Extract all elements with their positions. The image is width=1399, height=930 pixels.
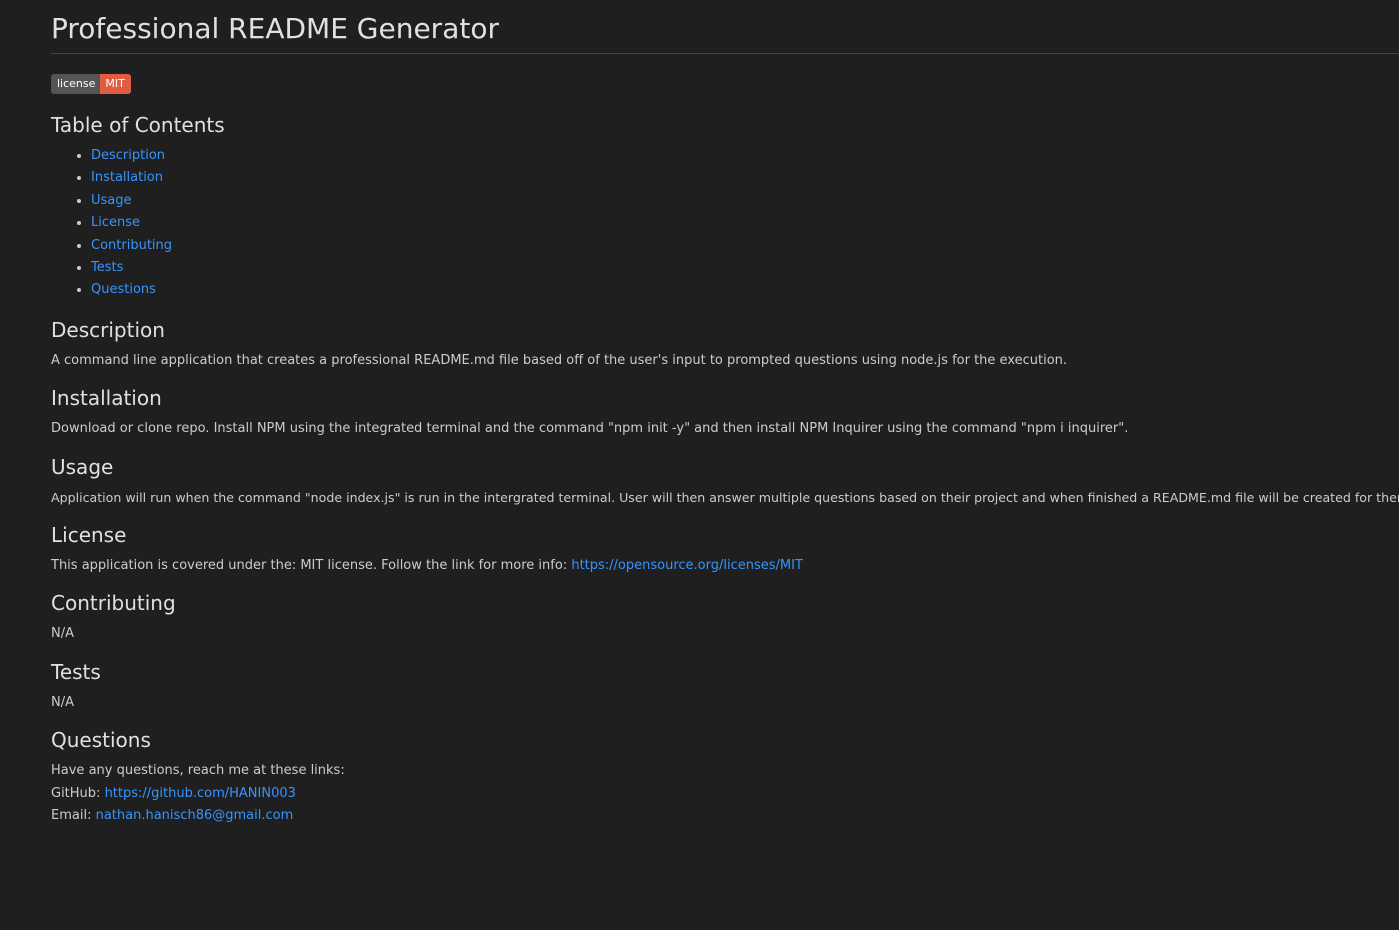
toc-link-description[interactable]: Description [91, 148, 165, 163]
license-heading: License [51, 523, 127, 548]
toc-link-license[interactable]: License [91, 215, 140, 230]
license-paragraph: This application is covered under the: M… [51, 555, 1399, 577]
tests-text: N/A [51, 694, 74, 710]
toc-link-questions[interactable]: Questions [91, 282, 156, 297]
toc-item-installation: Installation [91, 167, 1399, 189]
description-text: A command line application that creates … [51, 352, 1068, 368]
github-label: GitHub: [51, 785, 105, 801]
title-divider [51, 53, 1399, 54]
installation-heading: Installation [51, 386, 162, 411]
license-text: This application is covered under the: M… [51, 558, 572, 574]
questions-section: Questions Have any questions, reach me a… [51, 728, 1399, 827]
github-link[interactable]: https://github.com/HANIN003 [105, 786, 296, 801]
tests-section: Tests N/A [51, 660, 1399, 714]
usage-text: Application will run when the command "n… [51, 489, 1399, 505]
toc-item-usage: Usage [91, 190, 1399, 212]
toc-item-license: License [91, 212, 1399, 234]
license-link[interactable]: https://opensource.org/licenses/MIT [571, 558, 803, 573]
license-section: License This application is covered unde… [51, 523, 1399, 577]
questions-heading: Questions [51, 728, 151, 753]
questions-intro: Have any questions, reach me at these li… [51, 763, 345, 779]
license-badge: license MIT [51, 74, 131, 94]
contributing-heading: Contributing [51, 591, 176, 616]
email-line: Email: nathan.hanisch86@gmail.com [51, 805, 1399, 827]
toc-link-usage[interactable]: Usage [91, 193, 132, 208]
description-heading: Description [51, 317, 165, 342]
readme-preview: Professional README Generator license MI… [51, 0, 1399, 930]
license-badge-label: license [51, 74, 101, 94]
toc-item-questions: Questions [91, 279, 1399, 301]
page-title: Professional README Generator [51, 12, 499, 45]
tests-heading: Tests [51, 659, 101, 684]
toc-link-contributing[interactable]: Contributing [91, 238, 172, 253]
email-link[interactable]: nathan.hanisch86@gmail.com [96, 808, 294, 823]
toc-heading: Table of Contents [51, 113, 225, 137]
installation-section: Installation Download or clone repo. Ins… [51, 386, 1399, 440]
contributing-section: Contributing N/A [51, 591, 1399, 645]
email-label: Email: [51, 808, 96, 824]
usage-heading: Usage [51, 454, 114, 479]
github-line: GitHub: https://github.com/HANIN003 [51, 783, 1399, 805]
usage-section: Usage Application will run when the comm… [51, 455, 1399, 509]
toc-item-description: Description [91, 145, 1399, 167]
toc-link-tests[interactable]: Tests [91, 260, 123, 275]
table-of-contents: Description Installation Usage License C… [51, 145, 1399, 302]
contributing-text: N/A [51, 626, 74, 642]
toc-item-tests: Tests [91, 257, 1399, 279]
description-section: Description A command line application t… [51, 318, 1399, 372]
questions-paragraph: Have any questions, reach me at these li… [51, 760, 1399, 827]
toc-link-installation[interactable]: Installation [91, 170, 163, 185]
installation-text: Download or clone repo. Install NPM usin… [51, 421, 1129, 437]
license-badge-value: MIT [100, 74, 131, 94]
toc-item-contributing: Contributing [91, 235, 1399, 257]
